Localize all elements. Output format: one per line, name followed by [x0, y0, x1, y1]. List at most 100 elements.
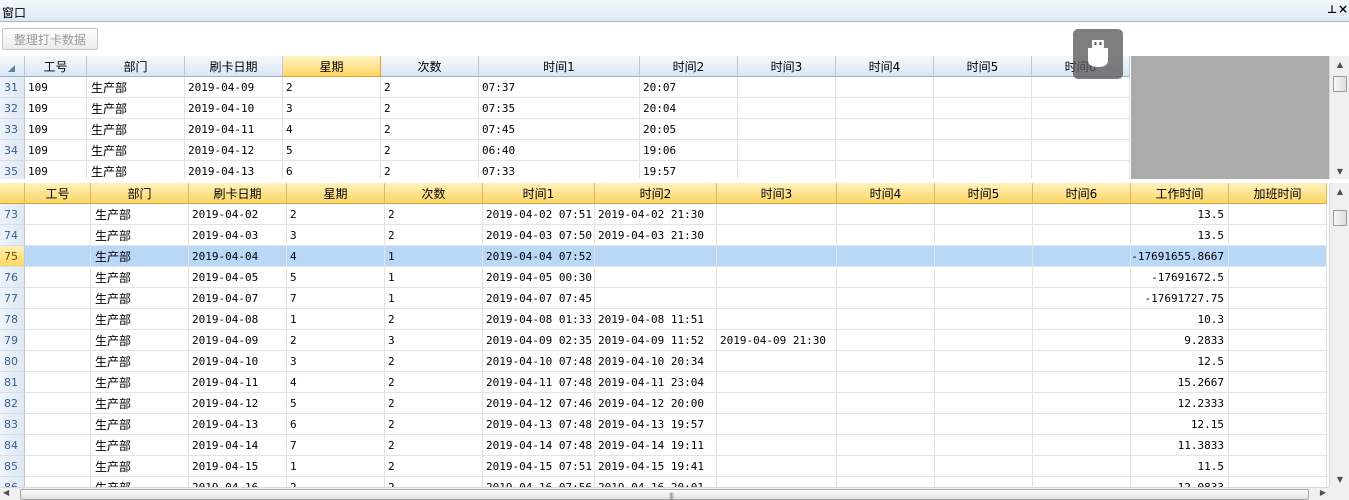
- table-cell[interactable]: [935, 477, 1033, 487]
- scroll-thumb[interactable]: |||: [20, 489, 1309, 500]
- table-cell[interactable]: [717, 414, 837, 435]
- scroll-thumb[interactable]: [1333, 76, 1347, 92]
- table-cell[interactable]: 20:05: [640, 119, 738, 140]
- table-cell[interactable]: 2: [385, 204, 483, 225]
- table-cell[interactable]: 19:57: [640, 161, 738, 179]
- table-cell[interactable]: 生产部: [91, 225, 189, 246]
- table-cell[interactable]: 2019-04-12 20:00: [595, 393, 717, 414]
- table-cell[interactable]: [837, 414, 935, 435]
- column-header-col-1[interactable]: 部门: [87, 56, 185, 77]
- column-header-col-8[interactable]: 时间4: [837, 183, 935, 204]
- table-cell[interactable]: [837, 393, 935, 414]
- table-cell[interactable]: 1: [287, 309, 385, 330]
- table-cell[interactable]: 生产部: [91, 393, 189, 414]
- table-cell[interactable]: 109: [25, 77, 87, 98]
- table-cell[interactable]: 2019-04-11 23:04: [595, 372, 717, 393]
- table-row[interactable]: 33 109 生产部 2019-04-11 4 2 07:45 20:05: [0, 119, 1130, 140]
- table-cell[interactable]: [836, 140, 934, 161]
- table-cell[interactable]: [25, 204, 91, 225]
- table-cell[interactable]: 2019-04-11 07:48: [483, 372, 595, 393]
- table-cell[interactable]: -17691727.75: [1131, 288, 1229, 309]
- table-cell[interactable]: 12.5: [1131, 351, 1229, 372]
- table-cell[interactable]: 2019-04-16: [189, 477, 287, 487]
- table-cell[interactable]: 生产部: [91, 309, 189, 330]
- table-cell[interactable]: 2019-04-10 07:48: [483, 351, 595, 372]
- table-row[interactable]: 76 生产部 2019-04-05 5 1 2019-04-05 00:30 -176916…: [0, 267, 1327, 288]
- table-cell[interactable]: [1033, 225, 1131, 246]
- table-cell[interactable]: [25, 351, 91, 372]
- table-cell[interactable]: [935, 309, 1033, 330]
- column-header-col-2[interactable]: 刷卡日期: [185, 56, 283, 77]
- table-cell[interactable]: [935, 288, 1033, 309]
- column-header-col-4[interactable]: 次数: [381, 56, 479, 77]
- table-cell[interactable]: 2019-04-14 19:11: [595, 435, 717, 456]
- column-header-col-2[interactable]: 刷卡日期: [189, 183, 287, 204]
- table-cell[interactable]: 07:45: [479, 119, 640, 140]
- table-cell[interactable]: 2: [385, 414, 483, 435]
- table-cell[interactable]: [836, 161, 934, 179]
- column-header-col-3[interactable]: 星期: [287, 183, 385, 204]
- table-cell[interactable]: [934, 140, 1032, 161]
- table-cell[interactable]: 生产部: [87, 77, 185, 98]
- table-cell[interactable]: 3: [287, 225, 385, 246]
- table-cell[interactable]: 2019-04-14: [189, 435, 287, 456]
- table-cell[interactable]: [1033, 435, 1131, 456]
- table-cell[interactable]: 2019-04-05 00:30: [483, 267, 595, 288]
- table-cell[interactable]: [1033, 246, 1131, 267]
- table-cell[interactable]: [935, 351, 1033, 372]
- select-all-corner[interactable]: [0, 183, 25, 204]
- table-cell[interactable]: [1032, 98, 1130, 119]
- table-row[interactable]: 78 生产部 2019-04-08 1 2 2019-04-08 01:33 2019-04…: [0, 309, 1327, 330]
- table-cell[interactable]: 2019-04-10 20:34: [595, 351, 717, 372]
- table-cell[interactable]: [836, 119, 934, 140]
- table-cell[interactable]: [717, 309, 837, 330]
- table-cell[interactable]: 2: [381, 119, 479, 140]
- table-cell[interactable]: [1229, 393, 1327, 414]
- table-cell[interactable]: 2: [381, 77, 479, 98]
- table-row[interactable]: 31 109 生产部 2019-04-09 2 2 07:37 20:07: [0, 77, 1130, 98]
- table-cell[interactable]: 生产部: [91, 267, 189, 288]
- table-row[interactable]: 79 生产部 2019-04-09 2 3 2019-04-09 02:35 2019-04…: [0, 330, 1327, 351]
- table-cell[interactable]: [1229, 330, 1327, 351]
- table-cell[interactable]: 2019-04-10: [185, 98, 283, 119]
- table-cell[interactable]: 2: [385, 456, 483, 477]
- table-cell[interactable]: 4: [283, 119, 381, 140]
- table-cell[interactable]: 13.5: [1131, 225, 1229, 246]
- column-header-col-7[interactable]: 时间3: [738, 56, 836, 77]
- scroll-right-icon[interactable]: ▶: [1320, 488, 1326, 497]
- organize-punch-data-button[interactable]: 整理打卡数据: [2, 28, 98, 50]
- table-cell[interactable]: [595, 246, 717, 267]
- table-cell[interactable]: 1: [385, 246, 483, 267]
- table-cell[interactable]: [25, 372, 91, 393]
- usb-overlay-button[interactable]: [1073, 29, 1123, 79]
- column-header-col-5[interactable]: 时间1: [483, 183, 595, 204]
- table-cell[interactable]: [25, 309, 91, 330]
- table-cell[interactable]: [935, 267, 1033, 288]
- table-row[interactable]: 32 109 生产部 2019-04-10 3 2 07:35 20:04: [0, 98, 1130, 119]
- table-cell[interactable]: [25, 393, 91, 414]
- pin-icon[interactable]: ⊥: [1327, 3, 1337, 16]
- table-cell[interactable]: 2019-04-12: [185, 140, 283, 161]
- table-cell[interactable]: [1229, 372, 1327, 393]
- table-cell[interactable]: 5: [283, 140, 381, 161]
- table-cell[interactable]: [934, 161, 1032, 179]
- table-cell[interactable]: [595, 288, 717, 309]
- table-cell[interactable]: 2019-04-09 11:52: [595, 330, 717, 351]
- table-cell[interactable]: [717, 204, 837, 225]
- table-cell[interactable]: 2019-04-13 07:48: [483, 414, 595, 435]
- table-row[interactable]: 84 生产部 2019-04-14 7 2 2019-04-14 07:48 2019-04…: [0, 435, 1327, 456]
- table-row[interactable]: 77 生产部 2019-04-07 7 1 2019-04-07 07:45 -176917…: [0, 288, 1327, 309]
- column-header-col-5[interactable]: 时间1: [479, 56, 640, 77]
- table-cell[interactable]: [738, 77, 836, 98]
- table-cell[interactable]: [1032, 119, 1130, 140]
- table-cell[interactable]: [738, 140, 836, 161]
- table-cell[interactable]: [25, 246, 91, 267]
- table-cell[interactable]: 1: [287, 456, 385, 477]
- scroll-up-icon[interactable]: ▲: [1330, 56, 1349, 72]
- row-number[interactable]: 78: [0, 309, 25, 330]
- table-cell[interactable]: 2019-04-09 21:30: [717, 330, 837, 351]
- table-cell[interactable]: 1: [385, 267, 483, 288]
- table-cell[interactable]: [1032, 140, 1130, 161]
- table-cell[interactable]: [717, 435, 837, 456]
- table-cell[interactable]: [1033, 330, 1131, 351]
